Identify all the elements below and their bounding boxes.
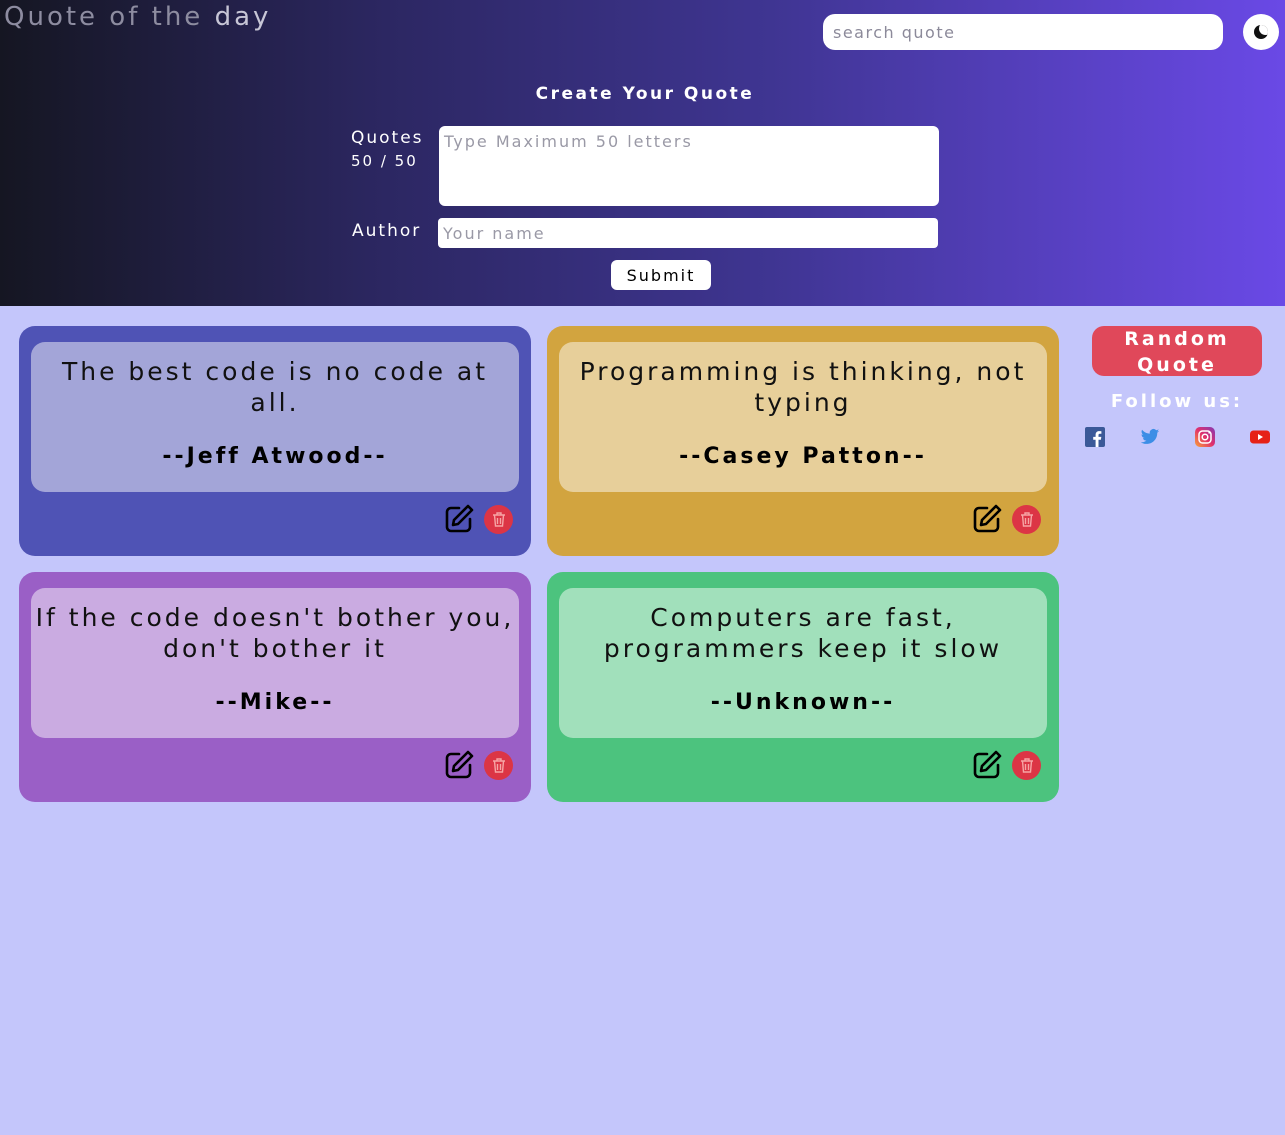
delete-button[interactable] <box>1012 505 1041 534</box>
instagram-icon[interactable] <box>1195 427 1215 447</box>
quote-text: The best code is no code at all. <box>61 357 489 417</box>
delete-button[interactable] <box>1012 751 1041 780</box>
youtube-icon[interactable] <box>1250 427 1270 447</box>
character-count: 50 / 50 <box>351 152 418 170</box>
theme-toggle-button[interactable] <box>1243 14 1279 50</box>
quote-card: Programming is thinking, not typing --Ca… <box>547 326 1059 556</box>
quote-card-body: Computers are fast, programmers keep it … <box>559 588 1047 738</box>
quote-author: --Unknown-- <box>710 690 896 715</box>
submit-button[interactable]: Submit <box>611 260 711 290</box>
form-title: Create Your Quote <box>535 84 755 104</box>
quote-card: Computers are fast, programmers keep it … <box>547 572 1059 802</box>
quote-author: --Mike-- <box>215 690 335 715</box>
quote-card-body: Programming is thinking, not typing --Ca… <box>559 342 1047 492</box>
author-input[interactable] <box>438 218 938 248</box>
quote-author: --Casey Patton-- <box>679 444 927 469</box>
quote-text: If the code doesn't bother you, don't bo… <box>35 603 515 663</box>
edit-icon[interactable] <box>443 503 475 535</box>
search-input[interactable] <box>823 14 1223 50</box>
moon-icon <box>1254 25 1268 39</box>
trash-icon <box>492 758 505 773</box>
trash-icon <box>1020 758 1033 773</box>
app-title-highlight: day <box>214 2 272 32</box>
author-label: Author <box>352 221 422 241</box>
quote-card: The best code is no code at all. --Jeff … <box>19 326 531 556</box>
quote-card-body: If the code doesn't bother you, don't bo… <box>31 588 519 738</box>
follow-us-label: Follow us: <box>1110 391 1244 412</box>
trash-icon <box>492 512 505 527</box>
app-title-prefix: Quote of the <box>4 2 215 32</box>
facebook-icon[interactable] <box>1085 427 1105 447</box>
quote-text: Computers are fast, programmers keep it … <box>603 603 1003 663</box>
app-title: Quote of the day <box>4 2 271 32</box>
quote-textarea[interactable] <box>439 126 939 206</box>
delete-button[interactable] <box>484 751 513 780</box>
twitter-icon[interactable] <box>1140 427 1160 447</box>
quote-text: Programming is thinking, not typing <box>579 357 1027 417</box>
quote-author: --Jeff Atwood-- <box>162 444 388 469</box>
edit-icon[interactable] <box>443 749 475 781</box>
edit-icon[interactable] <box>971 503 1003 535</box>
random-quote-button[interactable]: Random Quote <box>1092 326 1262 376</box>
edit-icon[interactable] <box>971 749 1003 781</box>
trash-icon <box>1020 512 1033 527</box>
quote-card-body: The best code is no code at all. --Jeff … <box>31 342 519 492</box>
quote-card: If the code doesn't bother you, don't bo… <box>19 572 531 802</box>
delete-button[interactable] <box>484 505 513 534</box>
header: Quote of the day Create Your Quote Quote… <box>0 0 1285 306</box>
quotes-label: Quotes <box>351 128 424 148</box>
